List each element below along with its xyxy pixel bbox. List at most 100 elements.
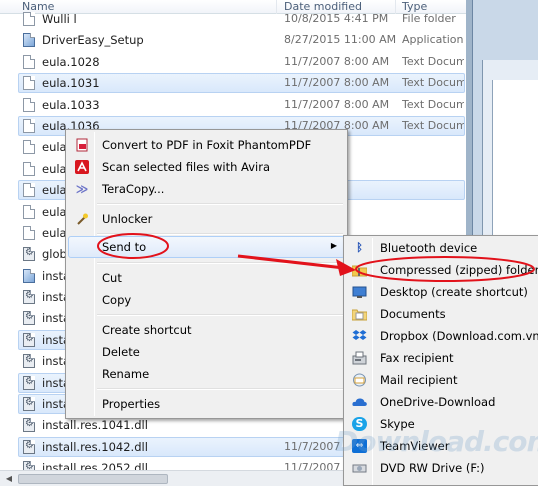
menu-item-label: Dropbox (Download.com.vn) (380, 329, 538, 343)
file-row[interactable]: eula.1028 11/7/2007 8:00 AM Text Document (0, 51, 466, 72)
menu-item-label: Compressed (zipped) folder (380, 263, 538, 277)
sendto-item-dropbox[interactable]: Dropbox (Download.com.vn) (346, 325, 538, 347)
file-name: eula.1033 (42, 97, 100, 112)
bluetooth-icon: ᛒ (356, 241, 363, 254)
menu-item-label: Unlocker (102, 212, 153, 226)
menu-item-unlocker[interactable]: Unlocker (68, 208, 345, 230)
menu-item-label: Cut (102, 271, 122, 285)
context-menu: Convert to PDF in Foxit PhantomPDF Scan … (65, 129, 348, 419)
menu-item-label: Desktop (create shortcut) (380, 285, 528, 299)
menu-item-copy[interactable]: Copy (68, 289, 345, 311)
teracopy-icon: ≫ (75, 182, 89, 196)
gear-icon (23, 397, 35, 412)
menu-item-label: Properties (102, 397, 161, 411)
scroll-left-arrow-icon[interactable]: ◀ (3, 473, 15, 485)
sendto-item-onedrive[interactable]: OneDrive-Download (346, 391, 538, 413)
file-icon (23, 161, 35, 176)
file-date: 11/7/2007 8:00 AM (284, 97, 390, 111)
menu-item-label: TeraCopy... (102, 182, 165, 196)
gear-icon (23, 311, 35, 326)
menu-item-send-to[interactable]: Send to ▶ (68, 236, 345, 258)
dvd-drive-icon (352, 461, 367, 475)
dropbox-icon (352, 329, 367, 343)
file-icon (23, 76, 35, 91)
menu-item-cut[interactable]: Cut (68, 267, 345, 289)
sendto-item-documents[interactable]: Documents (346, 303, 538, 325)
avira-icon (75, 160, 89, 174)
sendto-item-desktop[interactable]: Desktop (create shortcut) (346, 281, 538, 303)
menu-item-delete[interactable]: Delete (68, 341, 345, 363)
file-name: eula.1031 (42, 76, 100, 91)
file-type: Text Document (402, 54, 464, 68)
file-name: eula.1028 (42, 54, 100, 69)
file-icon (23, 54, 35, 69)
file-type: File folder (402, 12, 456, 25)
submenu-arrow-icon: ▶ (330, 241, 337, 250)
menu-item-label: Convert to PDF in Foxit PhantomPDF (102, 138, 312, 152)
menu-item-label: Send to (102, 240, 147, 254)
onedrive-icon (352, 395, 367, 409)
menu-item-label: Copy (102, 293, 132, 307)
menu-item-label: Create shortcut (102, 323, 192, 337)
menu-separator (97, 203, 343, 205)
file-name: install.res.1042.dll (42, 439, 148, 454)
sendto-item-fax[interactable]: Fax recipient (346, 347, 538, 369)
menu-separator (97, 314, 343, 316)
sendto-item-dvd-drive[interactable]: DVD RW Drive (F:) (346, 457, 538, 479)
gear-icon (23, 354, 35, 369)
menu-item-label: Delete (102, 345, 140, 359)
watermark: Download.com.vn (335, 425, 538, 458)
menu-item-label: Bluetooth device (380, 241, 478, 255)
menu-item-avira-scan[interactable]: Scan selected files with Avira (68, 156, 345, 178)
menu-item-create-shortcut[interactable]: Create shortcut (68, 319, 345, 341)
menu-separator (97, 262, 343, 264)
app-icon (23, 268, 35, 283)
file-name: Wulli l (42, 12, 77, 26)
file-type: Application (402, 33, 464, 47)
file-row[interactable]: eula.1033 11/7/2007 8:00 AM Text Document (0, 94, 466, 115)
file-icon (23, 12, 35, 26)
menu-item-foxit-pdf[interactable]: Convert to PDF in Foxit PhantomPDF (68, 134, 345, 156)
scrollbar-thumb[interactable] (18, 474, 168, 484)
mail-icon (352, 373, 367, 387)
menu-item-label: DVD RW Drive (F:) (380, 461, 485, 475)
gear-icon (23, 439, 35, 454)
file-name: install.res.1041.dll (42, 418, 148, 433)
file-name: glob (42, 247, 67, 262)
sendto-item-zip[interactable]: Compressed (zipped) folder (346, 259, 538, 281)
desktop-icon (352, 285, 367, 299)
unlocker-wand-icon (75, 212, 89, 226)
gear-icon (23, 247, 35, 262)
menu-item-properties[interactable]: Properties (68, 393, 345, 415)
file-type: Text Document (402, 76, 464, 90)
file-row[interactable]: eula.1031 11/7/2007 8:00 AM Text Document (0, 72, 466, 94)
foxit-pdf-icon (75, 138, 89, 152)
gear-icon (23, 290, 35, 305)
file-date: 10/8/2015 4:41 PM (284, 12, 389, 25)
file-type: Text Document (402, 97, 464, 111)
zip-folder-icon (351, 263, 368, 277)
menu-item-rename[interactable]: Rename (68, 363, 345, 385)
gear-icon (23, 332, 35, 347)
sendto-item-bluetooth[interactable]: ᛒ Bluetooth device (346, 237, 538, 259)
file-row[interactable]: DriverEasy_Setup 8/27/2015 11:00 AM Applic… (0, 29, 466, 50)
gear-icon (23, 418, 35, 433)
sendto-item-mail[interactable]: Mail recipient (346, 369, 538, 391)
menu-item-teracopy[interactable]: ≫ TeraCopy... (68, 178, 345, 200)
menu-separator (97, 233, 343, 235)
gear-icon (23, 375, 35, 390)
file-date: 8/27/2015 11:00 AM (284, 33, 397, 47)
file-icon (23, 118, 35, 133)
file-icon (23, 140, 35, 155)
file-icon (23, 183, 35, 198)
fax-icon (352, 351, 367, 365)
app-icon (23, 33, 35, 48)
file-icon (23, 204, 35, 219)
file-name: DriverEasy_Setup (42, 33, 144, 48)
file-icon (23, 225, 35, 240)
menu-item-label: Mail recipient (380, 373, 458, 387)
file-date: 11/7/2007 8:00 AM (284, 76, 390, 90)
menu-item-label: Rename (102, 367, 150, 381)
menu-item-label: Scan selected files with Avira (102, 160, 270, 174)
file-row[interactable]: Wulli l 10/8/2015 4:41 PM File folder (0, 8, 466, 29)
